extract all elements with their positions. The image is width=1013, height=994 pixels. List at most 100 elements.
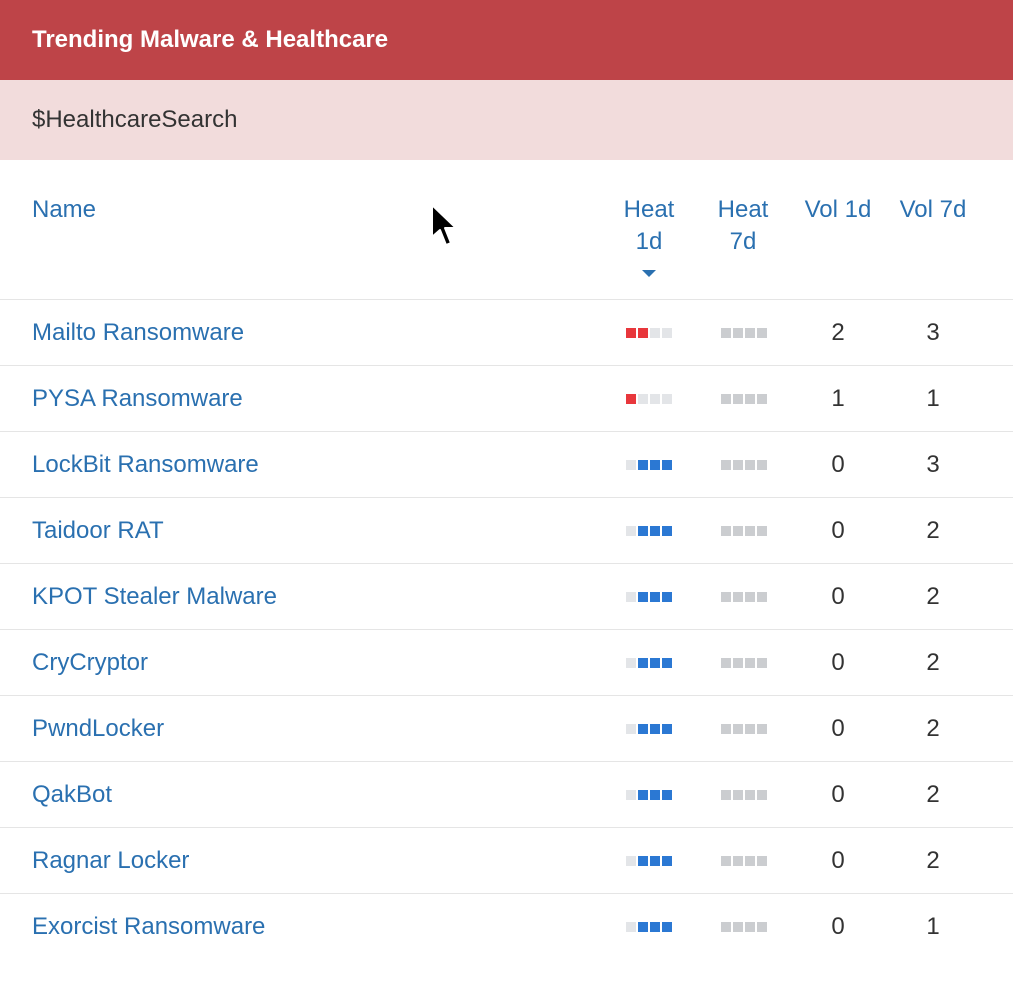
heat-square [757, 922, 767, 932]
heat-square [757, 460, 767, 470]
heat-square [757, 724, 767, 734]
table-row[interactable]: LockBit Ransomware 0 3 [0, 432, 1013, 498]
mouse-cursor-icon [431, 204, 457, 246]
heat-square [733, 526, 743, 536]
vol-1d-value: 0 [831, 517, 845, 544]
malware-name-link[interactable]: CryCryptor [32, 630, 148, 696]
heat-1d-indicator [626, 328, 672, 338]
heat-square [733, 658, 743, 668]
vol-1d-value: 0 [831, 913, 845, 940]
malware-name-link[interactable]: Ragnar Locker [32, 828, 189, 894]
heat-square [745, 592, 755, 602]
column-header-vol-7d[interactable]: Vol 7d [893, 194, 973, 226]
table-row[interactable]: Mailto Ransomware 2 3 [0, 300, 1013, 366]
heat-square [733, 922, 743, 932]
vol-1d-value: 0 [831, 583, 845, 610]
heat-square [757, 394, 767, 404]
table-row[interactable]: Ragnar Locker 0 2 [0, 828, 1013, 894]
heat-7d-indicator [721, 856, 767, 866]
table-row[interactable]: CryCryptor 0 2 [0, 630, 1013, 696]
heat-square [745, 856, 755, 866]
heat-square [745, 658, 755, 668]
heat-square [626, 526, 636, 536]
heat-1d-indicator [626, 460, 672, 470]
heat-1d-indicator [626, 790, 672, 800]
table-row[interactable]: Taidoor RAT 0 2 [0, 498, 1013, 564]
malware-name-link[interactable]: LockBit Ransomware [32, 432, 259, 498]
vol-7d-value: 2 [926, 517, 940, 544]
malware-name-link[interactable]: Taidoor RAT [32, 498, 164, 564]
vol-7d-value: 2 [926, 649, 940, 676]
heat-square [638, 592, 648, 602]
malware-name-link[interactable]: PwndLocker [32, 696, 164, 762]
malware-name-link[interactable]: PYSA Ransomware [32, 366, 243, 432]
heat-square [638, 328, 648, 338]
vol-7d-value: 2 [926, 847, 940, 874]
heat-square [650, 790, 660, 800]
heat-square [757, 328, 767, 338]
table-body: Mailto Ransomware 2 3 PYSA Ransomware 1 1 Lock… [0, 300, 1013, 960]
vol-1d-value: 1 [831, 385, 845, 412]
column-header-name[interactable]: Name [32, 194, 96, 226]
sort-descending-icon [642, 270, 656, 277]
table-row[interactable]: PYSA Ransomware 1 1 [0, 366, 1013, 432]
malware-name-link[interactable]: Exorcist Ransomware [32, 894, 265, 960]
table-row[interactable]: PwndLocker 0 2 [0, 696, 1013, 762]
heat-1d-indicator [626, 724, 672, 734]
vol-1d-value: 0 [831, 847, 845, 874]
heat-square [745, 790, 755, 800]
heat-square [721, 328, 731, 338]
heat-square [626, 394, 636, 404]
heat-square [638, 790, 648, 800]
heat-square [757, 592, 767, 602]
vol-7d-value: 2 [926, 715, 940, 742]
column-header-heat-1d[interactable]: Heat 1d [609, 194, 689, 277]
heat-square [745, 922, 755, 932]
heat-7d-indicator [721, 592, 767, 602]
heat-square [662, 460, 672, 470]
malware-name-link[interactable]: KPOT Stealer Malware [32, 564, 277, 630]
vol-7d-value: 2 [926, 781, 940, 808]
heat-square [721, 394, 731, 404]
table-row[interactable]: Exorcist Ransomware 0 1 [0, 894, 1013, 960]
column-header-heat-7d[interactable]: Heat 7d [703, 194, 783, 258]
heat-square [626, 592, 636, 602]
heat-7d-indicator [721, 328, 767, 338]
column-header-heat-1d-line2: 1d [635, 228, 663, 255]
malware-name-link[interactable]: QakBot [32, 762, 112, 828]
vol-7d-value: 2 [926, 583, 940, 610]
heat-square [650, 724, 660, 734]
vol-1d-value: 2 [831, 319, 845, 346]
column-header-vol-1d[interactable]: Vol 1d [798, 194, 878, 226]
heat-square [650, 856, 660, 866]
heat-square [733, 460, 743, 470]
heat-square [626, 724, 636, 734]
heat-square [733, 724, 743, 734]
heat-1d-indicator [626, 922, 672, 932]
table-row[interactable]: KPOT Stealer Malware 0 2 [0, 564, 1013, 630]
heat-1d-indicator [626, 658, 672, 668]
heat-square [662, 394, 672, 404]
saved-search-name[interactable]: $HealthcareSearch [0, 80, 1013, 160]
heat-square [626, 856, 636, 866]
widget-title: Trending Malware & Healthcare [0, 0, 1013, 80]
heat-7d-indicator [721, 724, 767, 734]
vol-1d-value: 0 [831, 649, 845, 676]
heat-square [650, 328, 660, 338]
heat-square [662, 526, 672, 536]
vol-1d-value: 0 [831, 451, 845, 478]
heat-square [638, 856, 648, 866]
malware-name-link[interactable]: Mailto Ransomware [32, 300, 244, 366]
heat-square [721, 922, 731, 932]
heat-square [757, 526, 767, 536]
heat-7d-indicator [721, 460, 767, 470]
vol-7d-value: 1 [926, 913, 940, 940]
heat-square [745, 724, 755, 734]
heat-7d-indicator [721, 526, 767, 536]
heat-square [626, 328, 636, 338]
vol-7d-value: 3 [926, 451, 940, 478]
heat-square [721, 592, 731, 602]
heat-square [626, 922, 636, 932]
heat-7d-indicator [721, 394, 767, 404]
table-row[interactable]: QakBot 0 2 [0, 762, 1013, 828]
